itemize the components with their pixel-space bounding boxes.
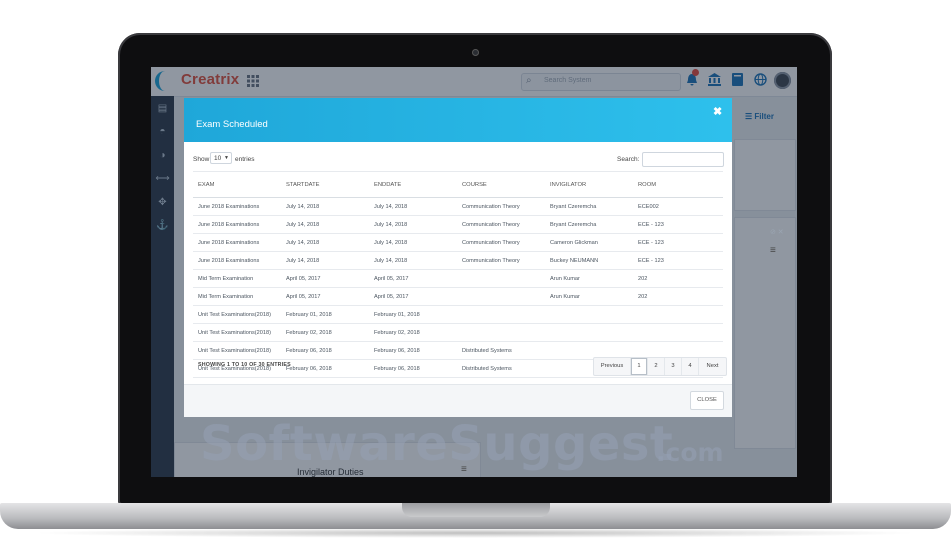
table-search-label: Search: (617, 156, 640, 163)
pagination-page-1[interactable]: 1 (631, 358, 648, 375)
table-cell: ECE - 123 (633, 233, 723, 252)
column-header-enddate[interactable]: ENDDATE (369, 171, 457, 198)
table-cell (457, 305, 545, 324)
panel-controls-icon[interactable]: ⊘ ✕ (770, 228, 784, 236)
hamburger-icon[interactable]: ≡ (770, 245, 776, 256)
table-cell: February 02, 2018 (369, 323, 457, 342)
modal-title: Exam Scheduled (196, 119, 268, 130)
table-cell: April 05, 2017 (281, 269, 369, 288)
table-cell: Communication Theory (457, 233, 545, 252)
modal-footer-divider (184, 384, 732, 385)
table-cell: Mid Term Examination (193, 287, 281, 306)
close-button[interactable]: CLOSE (690, 391, 724, 410)
laptop-shadow (30, 528, 920, 538)
table-cell: July 14, 2018 (369, 215, 457, 234)
table-cell: Distributed Systems (457, 341, 545, 360)
table-cell: July 14, 2018 (369, 251, 457, 270)
table-cell: February 02, 2018 (281, 323, 369, 342)
column-header-course[interactable]: COURSE (457, 171, 545, 198)
table-cell: February 06, 2018 (369, 359, 457, 378)
table-cell (457, 287, 545, 306)
exam-scheduled-modal: Exam Scheduled ✖ Show 10 ▼ entries Searc… (184, 98, 732, 417)
table-cell: Communication Theory (457, 215, 545, 234)
table-cell: Communication Theory (457, 197, 545, 216)
table-cell (457, 323, 545, 342)
table-cell: June 2018 Examinations (193, 197, 281, 216)
table-search-input[interactable] (642, 152, 724, 167)
table-cell: February 01, 2018 (281, 305, 369, 324)
pagination-next[interactable]: Next (699, 358, 726, 375)
table-cell: February 06, 2018 (281, 359, 369, 378)
table-cell: July 14, 2018 (369, 233, 457, 252)
table-cell: June 2018 Examinations (193, 251, 281, 270)
table-row[interactable]: Mid Term Examination April 05, 2017 Apri… (193, 287, 723, 306)
table-cell: ECE - 123 (633, 215, 723, 234)
table-cell (545, 323, 633, 342)
table-cell: Bryant Czeremcha (545, 215, 633, 234)
table-header-row: EXAM STARTDATE ENDDATE COURSE INVIGILATO… (193, 171, 723, 198)
table-row[interactable]: Mid Term Examination April 05, 2017 Apri… (193, 269, 723, 288)
modal-body: Show 10 ▼ entries Search: EXAM STARTDATE… (184, 142, 732, 384)
table-cell: July 14, 2018 (369, 197, 457, 216)
table-info: SHOWING 1 TO 10 OF 30 ENTRIES (198, 362, 291, 368)
table-cell: February 06, 2018 (281, 341, 369, 360)
table-cell: February 06, 2018 (369, 341, 457, 360)
pagination-previous[interactable]: Previous (594, 358, 631, 375)
pagination-page-2[interactable]: 2 (648, 358, 665, 375)
table-cell: Arun Kumar (545, 269, 633, 288)
close-icon[interactable]: ✖ (713, 105, 722, 118)
entries-per-page-value: 10 (214, 155, 222, 162)
table-cell: April 05, 2017 (369, 287, 457, 306)
table-cell (457, 269, 545, 288)
column-header-invigilator[interactable]: INVIGILATOR (545, 171, 633, 198)
table-cell: Communication Theory (457, 251, 545, 270)
table-cell: June 2018 Examinations (193, 233, 281, 252)
column-header-startdate[interactable]: STARTDATE (281, 171, 369, 198)
column-header-room[interactable]: ROOM (633, 171, 723, 198)
exam-table: EXAM STARTDATE ENDDATE COURSE INVIGILATO… (193, 171, 723, 378)
pagination: Previous 1 2 3 4 Next (593, 357, 727, 376)
modal-header: Exam Scheduled ✖ (184, 98, 732, 142)
table-row[interactable]: June 2018 Examinations July 14, 2018 Jul… (193, 233, 723, 252)
camera-icon (472, 49, 479, 56)
laptop-notch (402, 503, 550, 517)
table-cell: February 01, 2018 (369, 305, 457, 324)
table-cell: June 2018 Examinations (193, 215, 281, 234)
table-cell (633, 323, 723, 342)
pagination-page-4[interactable]: 4 (682, 358, 699, 375)
table-cell: Unit Test Examinations(2018) (193, 341, 281, 360)
pagination-page-3[interactable]: 3 (665, 358, 682, 375)
table-cell: April 05, 2017 (369, 269, 457, 288)
table-row[interactable]: Unit Test Examinations(2018) February 01… (193, 305, 723, 324)
table-cell: Mid Term Examination (193, 269, 281, 288)
table-cell: Unit Test Examinations(2018) (193, 323, 281, 342)
table-cell: 202 (633, 269, 723, 288)
table-row[interactable]: June 2018 Examinations July 14, 2018 Jul… (193, 197, 723, 216)
table-cell: Distributed Systems (457, 359, 545, 378)
table-cell: July 14, 2018 (281, 251, 369, 270)
column-header-exam[interactable]: EXAM (193, 171, 281, 198)
table-cell: July 14, 2018 (281, 197, 369, 216)
chevron-down-icon: ▼ (224, 155, 229, 161)
table-cell: 202 (633, 287, 723, 306)
table-cell: Bryant Czeremcha (545, 197, 633, 216)
table-cell: ECE002 (633, 197, 723, 216)
entries-label: entries (235, 156, 255, 163)
table-cell (633, 305, 723, 324)
table-row[interactable]: Unit Test Examinations(2018) February 02… (193, 323, 723, 342)
table-cell (545, 305, 633, 324)
table-row[interactable]: June 2018 Examinations July 14, 2018 Jul… (193, 251, 723, 270)
table-cell: April 05, 2017 (281, 287, 369, 306)
table-cell: Cameron Glickman (545, 233, 633, 252)
table-cell: July 14, 2018 (281, 215, 369, 234)
table-cell: July 14, 2018 (281, 233, 369, 252)
table-cell: Unit Test Examinations(2018) (193, 305, 281, 324)
table-cell: Arun Kumar (545, 287, 633, 306)
table-cell: Buckey NEUMANN (545, 251, 633, 270)
watermark: SoftwareSuggest (200, 416, 674, 472)
table-cell: ECE - 123 (633, 251, 723, 270)
show-label: Show (193, 156, 210, 163)
table-row[interactable]: June 2018 Examinations July 14, 2018 Jul… (193, 215, 723, 234)
watermark-tld: .com (656, 438, 724, 467)
